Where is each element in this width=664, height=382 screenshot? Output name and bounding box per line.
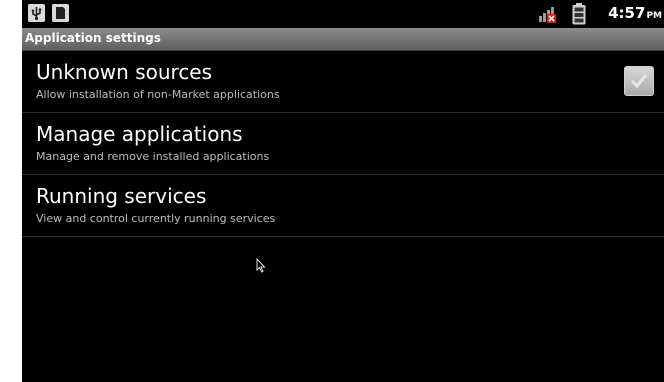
setting-label: Unknown sources	[36, 60, 213, 84]
page-title: Application settings	[25, 31, 161, 45]
status-bar: 4:57PM	[22, 0, 664, 28]
setting-label: Manage applications	[36, 122, 243, 146]
title-bar: Application settings	[22, 28, 664, 51]
unknown-sources-checkbox[interactable]	[624, 66, 654, 96]
no-signal-icon	[538, 4, 558, 24]
screen-frame: 4:57PM Application settings Unknown sour…	[0, 0, 664, 382]
setting-summary: Manage and remove installed applications	[36, 150, 270, 163]
android-screen: 4:57PM Application settings Unknown sour…	[22, 0, 664, 382]
mouse-pointer-icon	[256, 257, 266, 274]
sd-card-icon	[52, 4, 69, 22]
usb-icon	[28, 4, 45, 22]
clock: 4:57PM	[608, 4, 662, 22]
battery-icon	[572, 3, 586, 25]
setting-manage-applications[interactable]: Manage applications Manage and remove in…	[22, 113, 664, 175]
setting-running-services[interactable]: Running services View and control curren…	[22, 175, 664, 237]
setting-summary: Allow installation of non-Market applica…	[36, 88, 280, 101]
clock-time: 4:57	[608, 4, 646, 22]
setting-summary: View and control currently running servi…	[36, 212, 276, 225]
setting-label: Running services	[36, 184, 207, 208]
settings-list: Unknown sources Allow installation of no…	[22, 51, 664, 237]
clock-ampm: PM	[646, 11, 662, 21]
setting-unknown-sources[interactable]: Unknown sources Allow installation of no…	[22, 51, 664, 113]
